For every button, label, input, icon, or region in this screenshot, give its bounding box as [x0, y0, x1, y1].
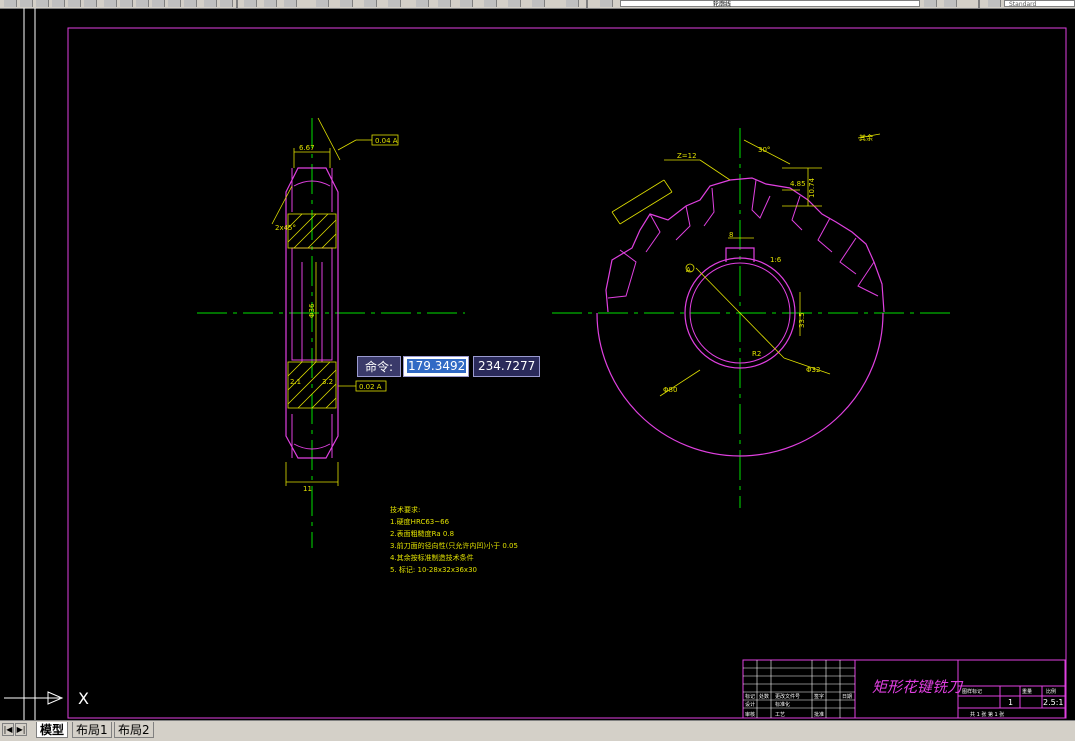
tolerance-bottom-text: 0.02 A	[359, 383, 382, 391]
table-icon[interactable]	[532, 0, 545, 7]
coordinate-x-input[interactable]: 179.3492	[403, 356, 469, 377]
drawing-title: 矩形花键铣刀	[872, 678, 964, 696]
dim-radius-text: R2	[752, 350, 761, 358]
copy-icon[interactable]	[120, 0, 133, 7]
ucs-icon: X	[4, 689, 89, 708]
open-icon[interactable]	[20, 0, 33, 7]
layer-dropdown[interactable]: 轮廓线	[620, 0, 920, 8]
role-cell: 审核	[745, 711, 755, 718]
role-cell: 批准	[814, 711, 824, 718]
dim-bore2-text: Φ32	[806, 366, 820, 374]
sheet-set-icon[interactable]	[416, 0, 429, 7]
role-cell: 工艺	[775, 712, 785, 718]
header-cell: 比例	[1046, 688, 1056, 695]
tab-layout1[interactable]: 布局1	[72, 722, 112, 738]
dim-chamfer-text: 2x45°	[275, 224, 296, 232]
make-current-layer-icon[interactable]	[924, 0, 937, 7]
tech-note-line: 2.表面粗糙度Ra 0.8	[390, 529, 454, 538]
block-editor-icon[interactable]	[168, 0, 181, 7]
print-icon[interactable]	[52, 0, 65, 7]
tech-notes: 技术要求: 1.硬度HRC63~66 2.表面粗糙度Ra 0.8 3.前刀面的径…	[390, 505, 518, 574]
tech-note-line: 3.前刀面的径向性(只允许内凹)小于 0.05	[390, 541, 518, 550]
last-tab-button[interactable]: ▶|	[15, 723, 27, 736]
tech-note-line: 5. 标记: 10-28x32x36x30	[390, 565, 477, 574]
rev-cell: 处数	[759, 693, 769, 700]
dim-left-text: 2.1	[290, 378, 301, 386]
sheet-text: 共 1 张 第 1 张	[970, 711, 1004, 718]
layout-tab-bar: |◀ ▶| 模型 布局1 布局2	[0, 720, 1075, 741]
dim-keyway-text: 33.5	[798, 312, 806, 328]
role-cell: 标准化	[775, 701, 790, 708]
coordinate-x-value: 179.3492	[407, 359, 467, 373]
layer-properties-icon[interactable]	[484, 0, 497, 7]
coordinate-y-input[interactable]: 234.7277	[473, 356, 540, 377]
rev-cell: 标记	[745, 693, 755, 700]
qty-value: 1	[1008, 698, 1013, 707]
header-cell: 图样标记	[962, 688, 982, 695]
dim-key-width-text: 8	[729, 231, 733, 239]
rev-cell: 更改文件号	[775, 693, 800, 700]
undo-icon[interactable]	[204, 0, 217, 7]
markup-icon[interactable]	[438, 0, 451, 7]
tech-notes-title: 技术要求:	[390, 505, 420, 514]
help-icon[interactable]	[508, 0, 521, 7]
dim-top-text: 6.67	[299, 144, 315, 152]
dim-ref-text: 1:6	[770, 256, 782, 264]
rev-cell: 日期	[842, 694, 852, 700]
zoom-window-icon[interactable]	[284, 0, 297, 7]
tool-palettes-icon[interactable]	[388, 0, 401, 7]
header-cell: 重量	[1022, 688, 1032, 695]
layer-manager-icon[interactable]	[566, 0, 579, 7]
side-view: 6.67 11 Φ36 0.04 A 0.02 A 2.1 3.2 2x45°	[197, 117, 465, 548]
dim-bore-text: Φ36	[308, 303, 316, 318]
roughness-note-text: 其余	[859, 133, 873, 142]
new-icon[interactable]	[4, 0, 17, 7]
drawing-border	[67, 27, 1067, 719]
plot-preview-icon[interactable]	[68, 0, 81, 7]
tolerance-top-text: 0.04 A	[375, 137, 398, 145]
pan-icon[interactable]	[244, 0, 257, 7]
dim-width-text: 11	[303, 485, 312, 493]
layer-previous-icon[interactable]	[944, 0, 957, 7]
publish-icon[interactable]	[84, 0, 97, 7]
role-cell: 设计	[745, 701, 755, 708]
dim-outer-text: Φ80	[663, 386, 677, 394]
dim-depth-text: 10.74	[808, 177, 816, 198]
paste-icon[interactable]	[136, 0, 149, 7]
design-center-icon[interactable]	[364, 0, 377, 7]
dim-tooth-text: 4.85	[790, 180, 806, 188]
title-block: 标记 处数 更改文件号 签字 日期 设计 标准化 审核 工艺 批准 图样标记 重…	[742, 659, 1066, 719]
tab-layout2[interactable]: 布局2	[114, 722, 154, 738]
rev-cell: 签字	[814, 693, 824, 700]
first-tab-button[interactable]: |◀	[2, 723, 14, 736]
paintbrush-icon[interactable]	[184, 0, 197, 7]
redo-icon[interactable]	[220, 0, 233, 7]
dim-right-text: 3.2	[322, 378, 333, 386]
front-view: Z=12 8 10.74 4.85 30° 1:6 33.5 Φ32 Φ80 R…	[552, 128, 952, 508]
dim-angle-text: 30°	[758, 146, 770, 154]
quickcalc-icon[interactable]	[460, 0, 473, 7]
command-prompt-label: 命令:	[357, 356, 401, 377]
tooth-count-text: Z=12	[677, 152, 697, 160]
text-style-icon[interactable]	[988, 0, 1001, 7]
tech-note-line: 1.硬度HRC63~66	[390, 517, 450, 526]
properties-icon[interactable]	[340, 0, 353, 7]
layer-state-icon[interactable]	[600, 0, 613, 7]
match-properties-icon[interactable]	[152, 0, 165, 7]
scale-value: 2.5:1	[1043, 698, 1064, 707]
text-style-dropdown[interactable]: Standard	[1004, 0, 1075, 8]
cut-icon[interactable]	[104, 0, 117, 7]
tab-model[interactable]: 模型	[36, 722, 69, 738]
tech-note-line: 4.其余按标准制造技术条件	[390, 553, 474, 562]
ucs-x-label: X	[78, 689, 89, 708]
save-icon[interactable]	[36, 0, 49, 7]
zoom-realtime-icon[interactable]	[264, 0, 277, 7]
zoom-previous-icon[interactable]	[316, 0, 329, 7]
